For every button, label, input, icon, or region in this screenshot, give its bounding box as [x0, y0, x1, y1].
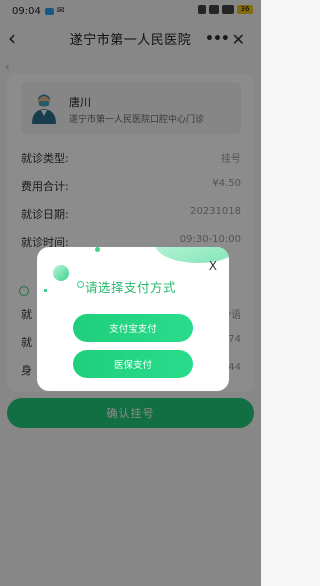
alipay-button[interactable]: 支付宝支付 — [73, 314, 193, 342]
payment-method-dialog: X 请选择支付方式 支付宝支付 医保支付 — [37, 247, 229, 391]
decor-dot — [44, 289, 47, 292]
decor-shape — [53, 265, 69, 281]
medical-insurance-pay-button[interactable]: 医保支付 — [73, 350, 193, 378]
decor-ring — [77, 281, 84, 288]
dialog-close-button[interactable]: X — [209, 259, 217, 273]
decor-shape — [155, 247, 229, 263]
dialog-title: 请选择支付方式 — [85, 280, 177, 295]
decor-dot — [95, 247, 100, 252]
